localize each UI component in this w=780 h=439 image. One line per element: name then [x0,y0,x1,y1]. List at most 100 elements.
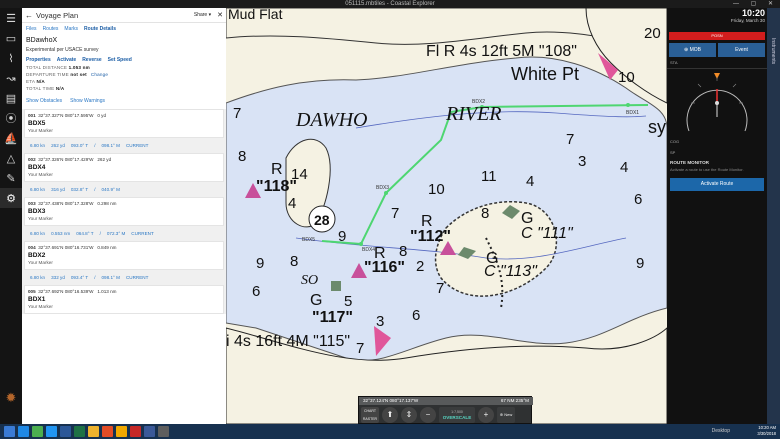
chart-canvas[interactable]: Mud Flat Fl R 4s 12ft 5M "108" White Pt … [226,8,667,424]
sounding: 7 [566,131,574,148]
wp-label-bdx3[interactable]: BDX3 [376,185,389,191]
word-icon[interactable] [60,426,71,437]
change-link[interactable]: Change [91,72,108,77]
instruments-strip[interactable]: Instruments [767,8,780,424]
close-icon[interactable]: ✕ [217,11,223,19]
waypoint-row[interactable]: 003 32°37.438'N 080°17.328'W 0.298 nm BD… [24,197,224,226]
waypoint-sub: Your Marker [28,304,53,309]
measure-icon[interactable]: ⇕ [401,407,417,423]
tab-marks[interactable]: Marks [64,26,78,32]
waypoint-lat: 32°37.438'N [38,201,64,206]
clock: 10:20 Friday, March 30 [667,8,767,30]
north-up-icon[interactable]: ⬆ [382,407,398,423]
leg-mag: 098.1° M [101,275,120,280]
show-warnings-link[interactable]: Show Warnings [70,98,105,104]
chart-label-light-108: Fl R 4s 12ft 5M "108" [426,43,577,60]
scale-indicator[interactable]: 1:7,500 OVERSCALE [439,407,475,423]
zoom-out-button[interactable]: − [420,407,436,423]
new-button[interactable]: ⊕ New [497,407,515,423]
menu-icon[interactable]: ☰ [0,8,22,28]
route-monitor-title: ROUTE MONITOR [670,160,709,165]
chart-label-r-118: R [271,161,283,178]
nautical-chart[interactable]: Mud Flat Fl R 4s 12ft 5M "108" White Pt … [226,8,667,424]
green-marker-117[interactable] [331,281,341,291]
position-button[interactable]: POSN [669,32,765,40]
route-description: Experimental per USACE survey [26,47,99,53]
waypoint-row[interactable]: 002 32°37.326'N 080°17.429'W 262 yd BDX4… [24,153,224,182]
voyage-plan-panel: ← Voyage Plan Share ▾ ✕ Files Routes Mar… [22,8,226,424]
chart-label-n-117: "117" [312,309,353,326]
window-titlebar: 051115.mbtiles - Coastal Explorer — ▢ ✕ [0,0,780,8]
tab-routes[interactable]: Routes [43,26,59,32]
tab-route-details[interactable]: Route Details [84,26,116,32]
wp-label-bdx5[interactable]: BDX5 [302,237,315,243]
pin-icon[interactable]: ⦿ [0,108,22,128]
mob-button[interactable]: ⊕ MOB [669,43,716,57]
total-distance: TOTAL DISTANCE 1.053 nm [22,64,226,71]
leg-dist: 0.553 nm [51,231,71,236]
tools-icon[interactable]: ✎ [0,168,22,188]
leg-speed[interactable]: 6.80 kn [30,187,45,192]
leg-speed[interactable]: 6.80 kn [30,143,45,148]
activate-route-button[interactable]: Activate Route [670,178,764,191]
chart-label-mud-flat: Mud Flat [228,8,283,22]
chart-tools: CHART RASTER ⬆ ⇕ − 1:7,500 OVERSCALE + ⊕ … [359,405,517,424]
cursor-range: 67 NM 235°M [500,398,529,403]
track-icon[interactable]: ↝ [0,68,22,88]
sounding: 2 [416,258,424,275]
share-button[interactable]: Share ▾ [194,12,211,18]
back-arrow-icon[interactable]: ← [25,11,33,20]
total-distance-label: TOTAL DISTANCE [26,65,68,70]
event-button[interactable]: Event [718,43,765,57]
show-obstacles-link[interactable]: Show Obstacles [26,98,62,104]
leg-bearing: 032.8° T [70,187,89,192]
wp-label-bdx4[interactable]: BDX4 [362,247,375,253]
window-controls[interactable]: — ▢ ✕ [733,0,778,8]
waypoint-row[interactable]: 004 32°37.691'N 080°16.731'W 0.849 nm BD… [24,241,224,270]
chart-icon[interactable]: ▭ [0,28,22,48]
layers-icon[interactable]: ▤ [0,88,22,108]
waypoint-row[interactable]: 005 32°37.692'N 080°16.539'W 1.013 nm BD… [24,285,224,314]
route-point[interactable] [359,242,363,246]
chart-label-river: RIVER [445,103,502,125]
desktop-toolbar[interactable]: Desktop [712,428,730,434]
wp-label-bdx2[interactable]: BDX2 [472,99,485,105]
route-monitor-help: Activate a route to use the Route Monito… [670,167,744,172]
leg-info: 6.80 kn 0.553 nm 064.8° T/072.3° M CURRENT [30,231,154,236]
mob-label: MOB [689,47,701,53]
ie-icon[interactable] [18,426,29,437]
paint-icon[interactable] [116,426,127,437]
leg-speed[interactable]: 6.80 kn [30,275,45,280]
excel-icon[interactable] [74,426,85,437]
start-button-icon[interactable] [4,426,15,437]
compass-widget[interactable] [667,68,767,136]
route-name[interactable]: BDawhoX [22,35,226,46]
waypoint-lon: 080°17.595'W [64,113,94,118]
activate-button[interactable]: Activate [57,57,76,63]
photos-icon[interactable] [32,426,43,437]
route-icon[interactable]: ⌇ [0,48,22,68]
warning-icon[interactable]: △ [0,148,22,168]
wp-label-bdx1[interactable]: BDX1 [626,110,639,116]
sounding: 8 [399,243,407,260]
tab-files[interactable]: Files [26,26,37,32]
settings-icon[interactable]: ⚙ [0,188,22,208]
chrome-icon[interactable] [102,426,113,437]
boat-icon[interactable]: ⛵ [0,128,22,148]
properties-button[interactable]: Properties [26,57,51,63]
app-icon[interactable] [158,426,169,437]
folder-icon[interactable] [88,426,99,437]
sounding: 10 [618,69,635,86]
route-point[interactable] [626,103,630,107]
zoom-in-button[interactable]: + [478,407,494,423]
facebook-icon[interactable] [144,426,155,437]
route-point[interactable] [384,191,388,195]
waypoint-row[interactable]: 001 32°37.327'N 080°17.595'W 0 yd BDX5 Y… [24,109,224,138]
outlook-icon[interactable] [46,426,57,437]
reverse-button[interactable]: Reverse [82,57,101,63]
raster-chart-button[interactable]: CHART RASTER [361,407,379,423]
set-speed-button[interactable]: Set Speed [108,57,132,63]
leg-speed[interactable]: 6.80 kn [30,231,45,236]
gmail-icon[interactable] [130,426,141,437]
waypoint-list: 001 32°37.327'N 080°17.595'W 0 yd BDX5 Y… [22,109,226,314]
